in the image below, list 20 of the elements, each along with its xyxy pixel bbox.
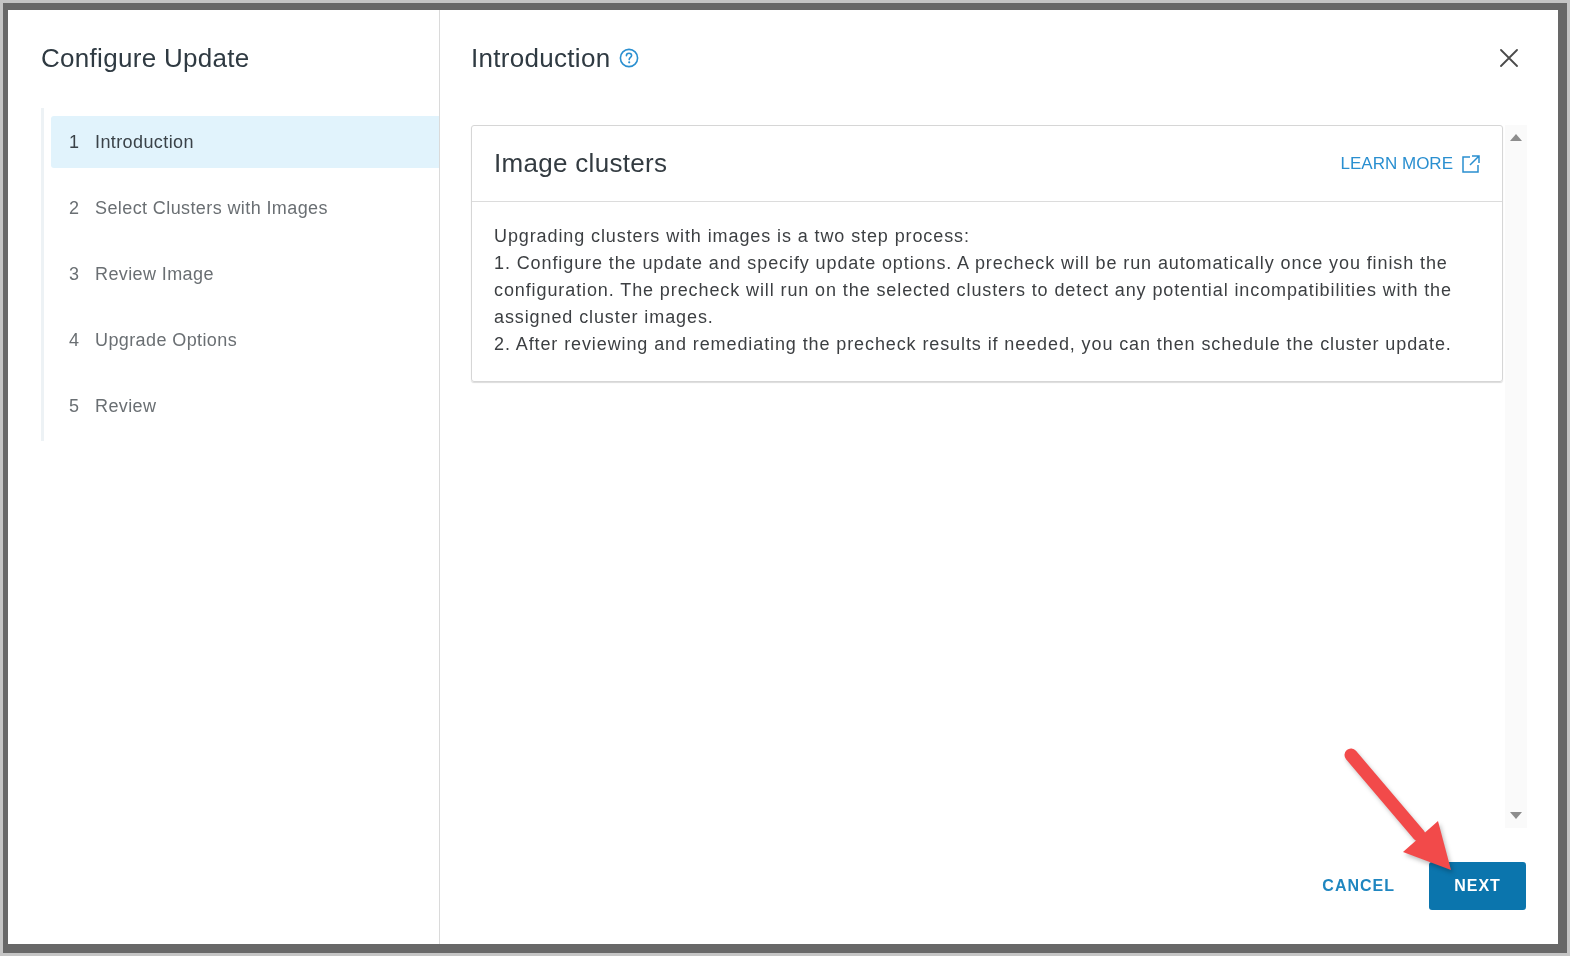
scroll-down-icon[interactable] <box>1510 812 1522 819</box>
help-icon[interactable] <box>619 48 640 68</box>
external-link-icon <box>1462 154 1480 173</box>
next-button[interactable]: NEXT <box>1429 862 1526 910</box>
description-text: 1. Configure the update and specify update options. A precheck will be run automatically once you finish the configuration. The precheck will run on the selected clusters to detect any potential incompatibilities with the assigned cluster images. <box>494 252 1453 329</box>
learn-more-link[interactable]: LEARN MORE <box>1340 153 1480 174</box>
cancel-button[interactable]: CANCEL <box>1322 862 1395 910</box>
description-text: 2. After reviewing and remediating the precheck results if needed, you can then schedule the cluster update. <box>494 333 1453 356</box>
step-item[interactable]: 4 Upgrade Options <box>51 314 439 366</box>
scrollbar[interactable] <box>1505 125 1527 828</box>
close-icon[interactable] <box>1500 49 1518 67</box>
description-text: Upgrading clusters with images is a two step process: <box>494 225 971 248</box>
wizard-title: Configure Update <box>41 42 251 75</box>
step-item[interactable]: 5 Review <box>51 380 439 432</box>
step-item[interactable]: 1 Introduction <box>51 116 439 168</box>
step-item[interactable]: 2 Select Clusters with Images <box>51 182 439 234</box>
page-title: Introduction <box>471 42 611 75</box>
step-item[interactable]: 3 Review Image <box>51 248 439 300</box>
card-title: Image clusters <box>494 148 668 179</box>
scroll-up-icon[interactable] <box>1510 134 1522 141</box>
